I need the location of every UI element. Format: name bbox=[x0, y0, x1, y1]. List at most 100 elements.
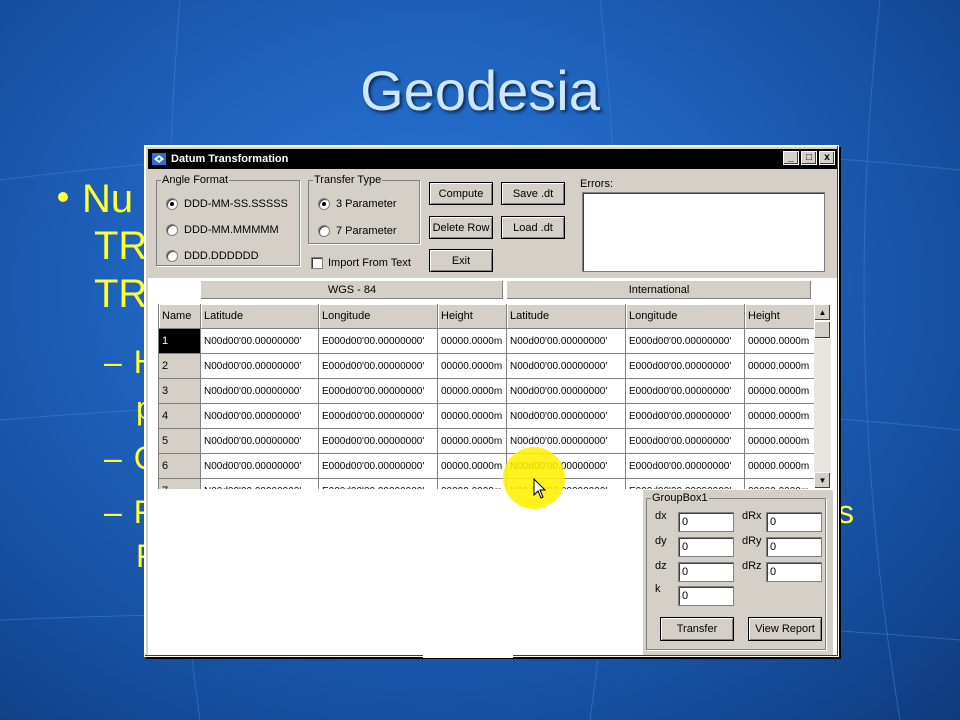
cell-height-2[interactable]: 00000.0000m bbox=[745, 454, 814, 479]
radio-dd-indicator[interactable] bbox=[166, 250, 178, 262]
cell-height-1[interactable]: 00000.0000m bbox=[438, 454, 507, 479]
cell-latitude-1[interactable]: N00d00'00.00000000' bbox=[201, 354, 319, 379]
drx-input[interactable]: 0 bbox=[766, 512, 822, 532]
cell-longitude-2[interactable]: E000d00'00.00000000' bbox=[626, 379, 745, 404]
cell-longitude-2[interactable]: E000d00'00.00000000' bbox=[626, 329, 745, 354]
cell-height-2[interactable]: 00000.0000m bbox=[745, 479, 814, 490]
cell-longitude-2[interactable]: E000d00'00.00000000' bbox=[626, 479, 745, 489]
radio-dms-indicator[interactable] bbox=[166, 198, 178, 210]
cell-height-1[interactable]: 00000.0000m bbox=[438, 354, 507, 379]
cell-longitude-2[interactable]: E000d00'00.00000000' bbox=[626, 404, 745, 429]
column-header-longitude-2[interactable]: Longitude bbox=[626, 304, 745, 329]
table-row[interactable]: 4 N00d00'00.00000000' E000d00'00.00000000'… bbox=[159, 404, 814, 429]
radio-3-parameter-indicator[interactable] bbox=[318, 198, 330, 210]
cell-name[interactable]: 6 bbox=[159, 454, 201, 479]
column-header-latitude-1[interactable]: Latitude bbox=[201, 304, 319, 329]
cell-longitude-1[interactable]: E000d00'00.00000000' bbox=[319, 404, 438, 429]
table-row[interactable]: 2 N00d00'00.00000000' E000d00'00.00000000'… bbox=[159, 354, 814, 379]
import-from-text-label: Import From Text bbox=[328, 257, 411, 269]
delete-row-button[interactable]: Delete Row bbox=[429, 216, 493, 239]
close-button[interactable]: x bbox=[819, 151, 835, 165]
cell-name[interactable]: 3 bbox=[159, 379, 201, 404]
scroll-thumb[interactable] bbox=[814, 321, 831, 339]
k-input[interactable]: 0 bbox=[678, 586, 734, 606]
load-dt-button[interactable]: Load .dt bbox=[501, 216, 565, 239]
cell-height-1[interactable]: 00000.0000m bbox=[438, 404, 507, 429]
radio-dm[interactable]: DDD-MM.MMMMM bbox=[166, 224, 279, 236]
cell-height-2[interactable]: 00000.0000m bbox=[745, 404, 814, 429]
app-icon bbox=[152, 153, 166, 165]
import-from-text-box[interactable] bbox=[311, 257, 323, 269]
table-row[interactable]: 3 N00d00'00.00000000' E000d00'00.00000000'… bbox=[159, 379, 814, 404]
column-header-height-1[interactable]: Height bbox=[438, 304, 507, 329]
cell-longitude-1[interactable]: E000d00'00.00000000' bbox=[319, 479, 438, 489]
cell-latitude-1[interactable]: N00d00'00.00000000' bbox=[201, 404, 319, 429]
cell-longitude-1[interactable]: E000d00'00.00000000' bbox=[319, 354, 438, 379]
radio-dms[interactable]: DDD-MM-SS.SSSSS bbox=[166, 198, 288, 210]
cell-height-2[interactable]: 00000.0000m bbox=[745, 429, 814, 454]
cell-height-2[interactable]: 00000.0000m bbox=[745, 354, 814, 379]
cell-name[interactable]: 2 bbox=[159, 354, 201, 379]
column-header-longitude-1[interactable]: Longitude bbox=[319, 304, 438, 329]
radio-7-parameter[interactable]: 7 Parameter bbox=[318, 225, 397, 237]
cell-latitude-1[interactable]: N00d00'00.00000000' bbox=[201, 329, 319, 354]
dry-input[interactable]: 0 bbox=[766, 537, 822, 557]
cell-longitude-1[interactable]: E000d00'00.00000000' bbox=[319, 329, 438, 354]
table-row[interactable]: 6 N00d00'00.00000000' E000d00'00.00000000'… bbox=[159, 454, 814, 479]
cell-height-1[interactable]: 00000.0000m bbox=[438, 479, 507, 489]
dy-input[interactable]: 0 bbox=[678, 537, 734, 557]
cell-longitude-2[interactable]: E000d00'00.00000000' bbox=[626, 354, 745, 379]
cell-latitude-2[interactable]: N00d00'00.00000000' bbox=[507, 329, 626, 354]
coordinates-grid[interactable]: Name Latitude Longitude Height Latitude … bbox=[158, 304, 814, 489]
window-client: Angle Format DDD-MM-SS.SSSSS DDD-MM.MMMM… bbox=[148, 170, 837, 655]
errors-box[interactable] bbox=[582, 192, 825, 272]
column-header-height-2[interactable]: Height bbox=[745, 304, 814, 329]
cell-name[interactable]: 1 bbox=[159, 329, 201, 354]
table-row[interactable]: 1 N00d00'00.00000000' E000d00'00.00000000'… bbox=[159, 329, 814, 354]
cell-latitude-1[interactable]: N00d00'00.00000000' bbox=[201, 379, 319, 404]
cell-name[interactable]: 5 bbox=[159, 429, 201, 454]
cell-latitude-2[interactable]: N00d00'00.00000000' bbox=[507, 354, 626, 379]
view-report-button[interactable]: View Report bbox=[748, 617, 822, 641]
cell-height-1[interactable]: 00000.0000m bbox=[438, 379, 507, 404]
radio-7-parameter-indicator[interactable] bbox=[318, 225, 330, 237]
cell-name[interactable]: 4 bbox=[159, 404, 201, 429]
maximize-button[interactable]: □ bbox=[801, 151, 817, 165]
table-row[interactable]: 5 N00d00'00.00000000' E000d00'00.00000000'… bbox=[159, 429, 814, 454]
cell-latitude-1[interactable]: N00d00'00.00000000' bbox=[201, 429, 319, 454]
scroll-up-arrow-icon[interactable]: ▲ bbox=[814, 304, 831, 321]
radio-3-parameter[interactable]: 3 Parameter bbox=[318, 198, 397, 210]
dz-input[interactable]: 0 bbox=[678, 562, 734, 582]
dx-input[interactable]: 0 bbox=[678, 512, 734, 532]
table-row[interactable]: 7N00d00'00.00000000'E000d00'00.00000000'… bbox=[159, 479, 814, 489]
cell-latitude-2[interactable]: N00d00'00.00000000' bbox=[507, 379, 626, 404]
radio-dd[interactable]: DDD.DDDDDD bbox=[166, 250, 259, 262]
radio-dm-indicator[interactable] bbox=[166, 224, 178, 236]
column-header-latitude-2[interactable]: Latitude bbox=[507, 304, 626, 329]
cell-height-2[interactable]: 00000.0000m bbox=[745, 329, 814, 354]
cell-longitude-2[interactable]: E000d00'00.00000000' bbox=[626, 454, 745, 479]
window-titlebar[interactable]: Datum Transformation _ □ x bbox=[148, 149, 837, 169]
column-header-name[interactable]: Name bbox=[159, 304, 201, 329]
scroll-down-arrow-icon[interactable]: ▼ bbox=[814, 472, 831, 489]
cell-longitude-2[interactable]: E000d00'00.00000000' bbox=[626, 429, 745, 454]
cell-latitude-1[interactable]: N00d00'00.00000000' bbox=[201, 479, 319, 489]
drz-input[interactable]: 0 bbox=[766, 562, 822, 582]
cell-height-2[interactable]: 00000.0000m bbox=[745, 379, 814, 404]
transfer-button[interactable]: Transfer bbox=[660, 617, 734, 641]
import-from-text-checkbox[interactable]: Import From Text bbox=[311, 257, 411, 269]
radio-dm-label: DDD-MM.MMMMM bbox=[184, 224, 279, 236]
cell-longitude-1[interactable]: E000d00'00.00000000' bbox=[319, 429, 438, 454]
minimize-button[interactable]: _ bbox=[783, 151, 799, 165]
cell-latitude-1[interactable]: N00d00'00.00000000' bbox=[201, 454, 319, 479]
cell-height-1[interactable]: 00000.0000m bbox=[438, 329, 507, 354]
cell-longitude-1[interactable]: E000d00'00.00000000' bbox=[319, 454, 438, 479]
cell-longitude-1[interactable]: E000d00'00.00000000' bbox=[319, 379, 438, 404]
exit-button[interactable]: Exit bbox=[429, 249, 493, 272]
save-dt-button[interactable]: Save .dt bbox=[501, 182, 565, 205]
cell-name[interactable]: 7 bbox=[159, 479, 201, 489]
cell-height-1[interactable]: 00000.0000m bbox=[438, 429, 507, 454]
compute-button[interactable]: Compute bbox=[429, 182, 493, 205]
cell-latitude-2[interactable]: N00d00'00.00000000' bbox=[507, 404, 626, 429]
grid-vertical-scrollbar[interactable]: ▲ ▼ bbox=[814, 304, 831, 489]
